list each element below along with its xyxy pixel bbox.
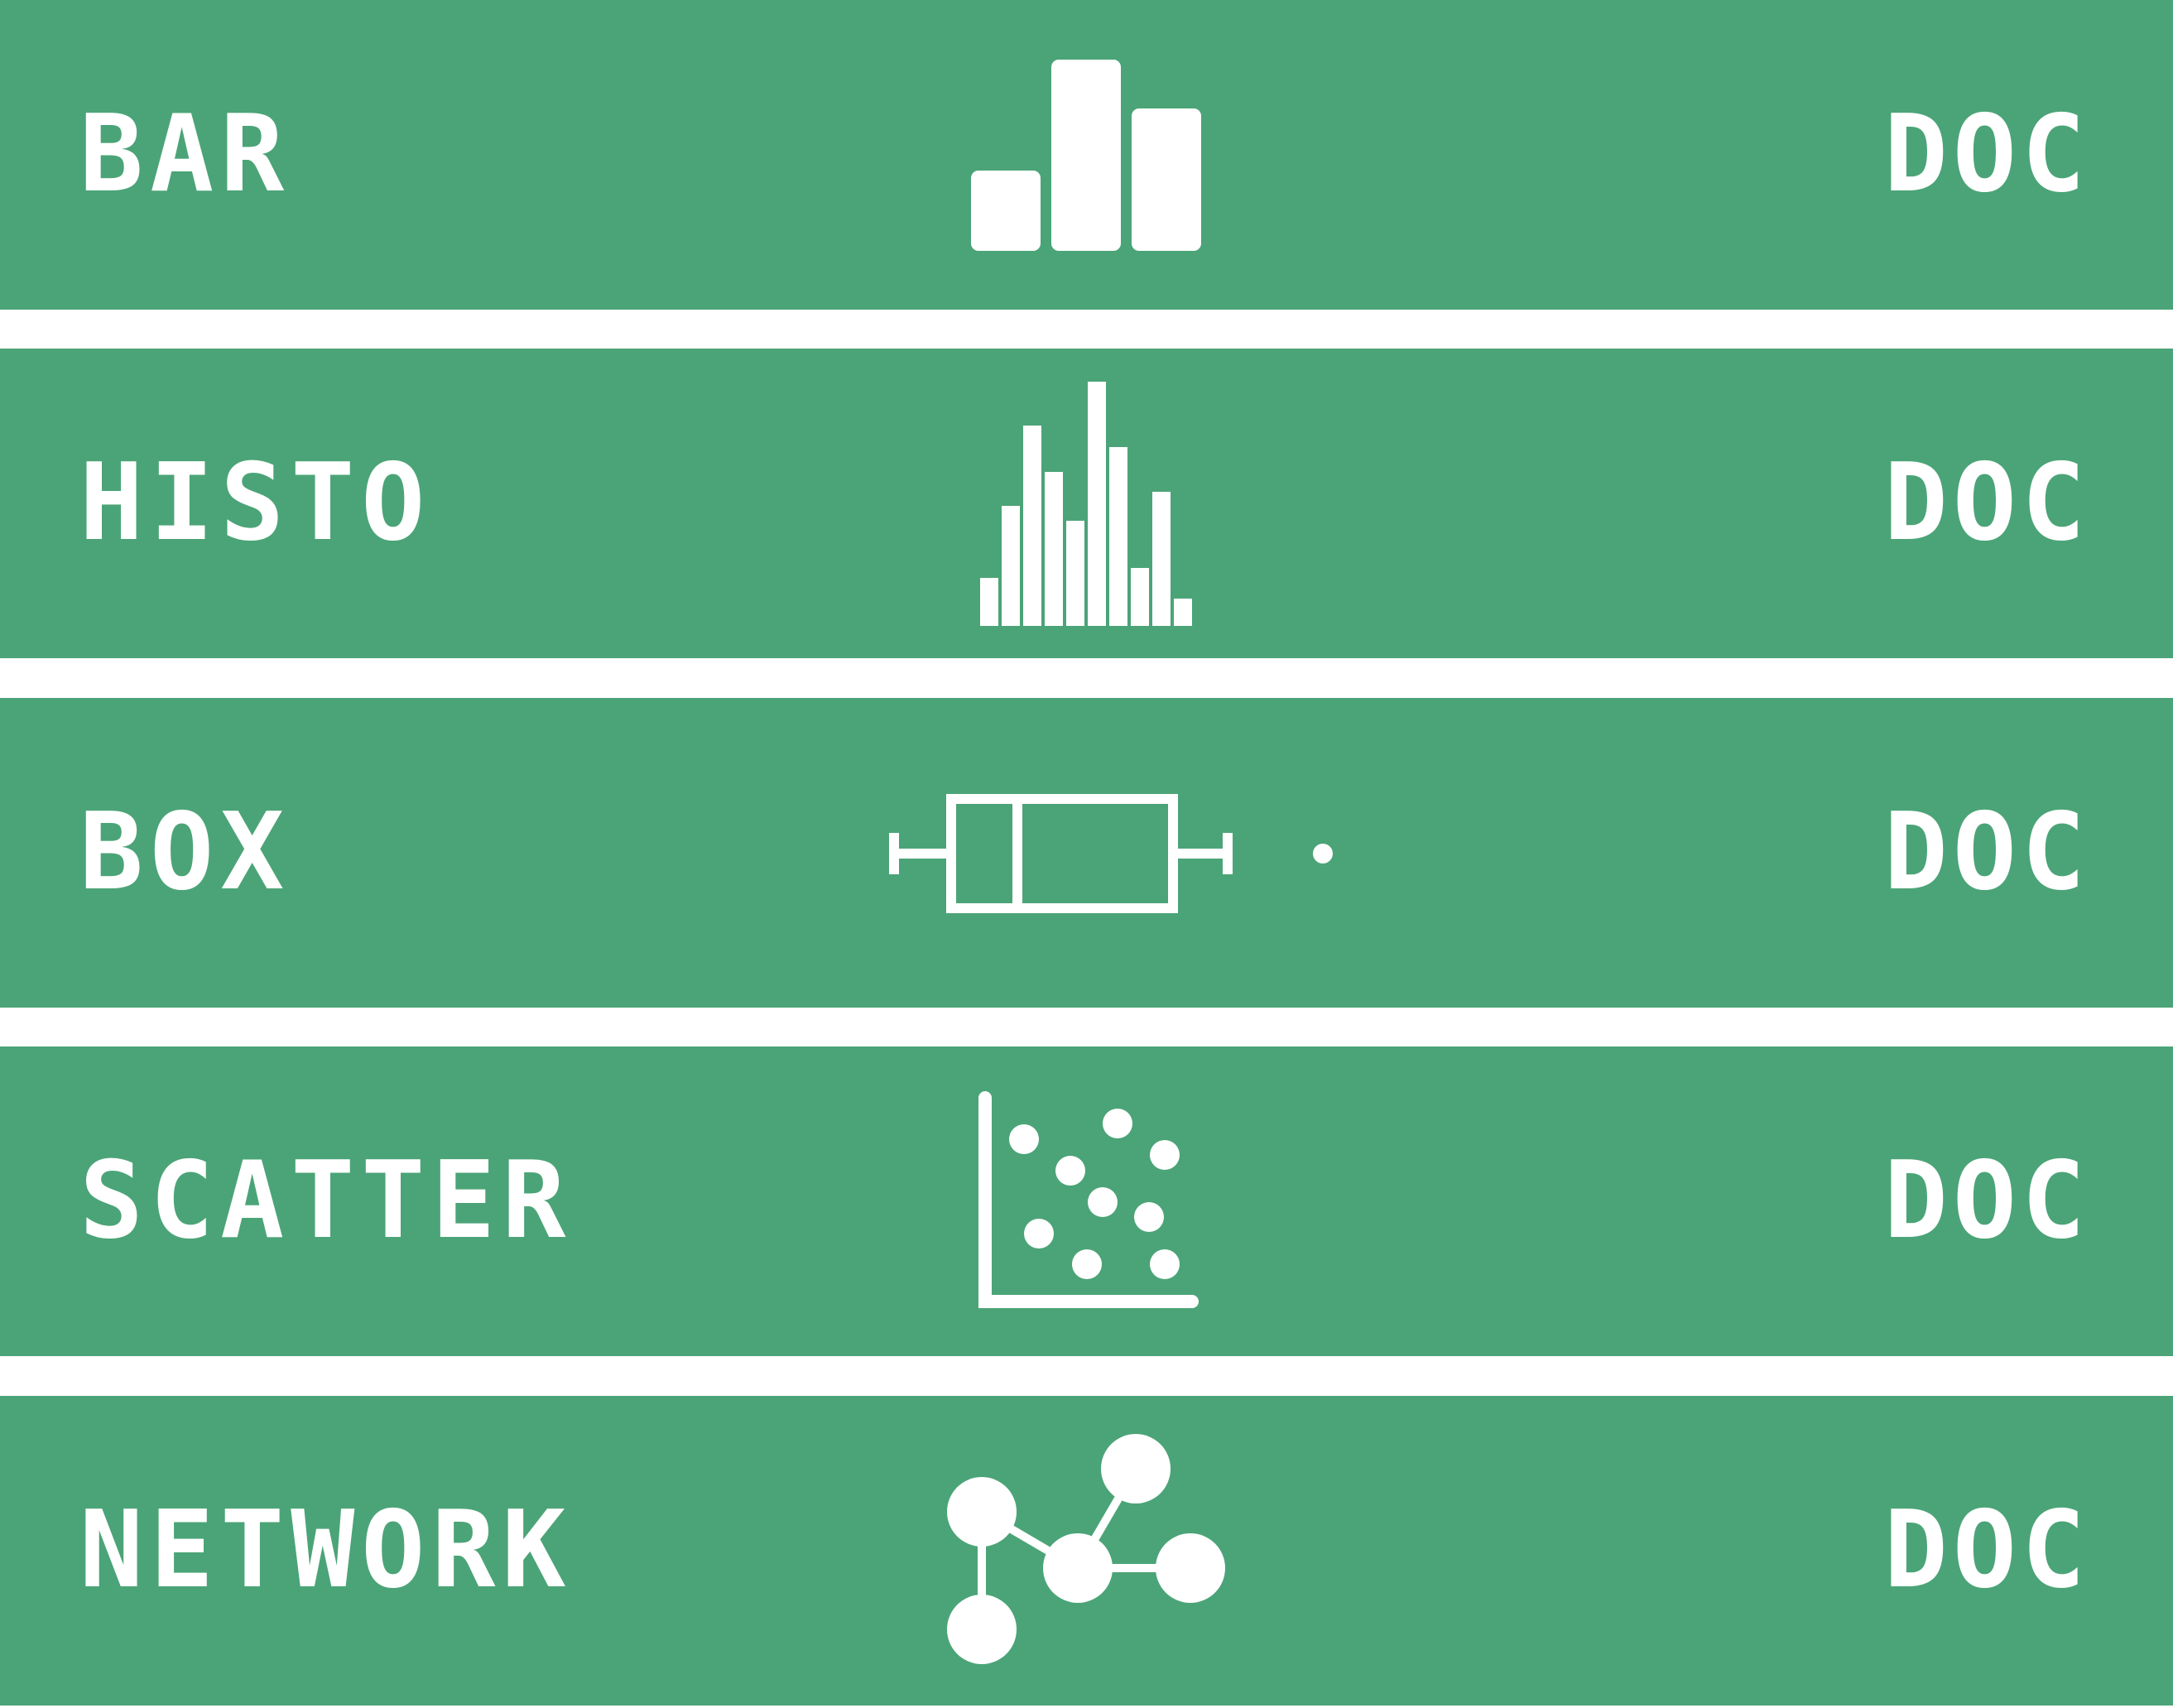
row-label-histo: HISTO	[79, 441, 432, 565]
row-label-box: BOX	[79, 791, 291, 914]
doc-button-box[interactable]: DOC	[1884, 800, 2090, 906]
network-graph-icon	[935, 1396, 1250, 1706]
box-plot-icon	[886, 698, 1349, 1008]
row-label-scatter: SCATTER	[79, 1139, 573, 1263]
scatter-plot-icon	[964, 1046, 1213, 1356]
row-label-bar: BAR	[79, 93, 291, 216]
doc-button-scatter[interactable]: DOC	[1884, 1148, 2090, 1254]
doc-button-network[interactable]: DOC	[1884, 1498, 2090, 1604]
row-box[interactable]: BOX DOC	[0, 698, 2173, 1008]
row-network[interactable]: NETWORK DOC	[0, 1396, 2173, 1706]
row-bar[interactable]: BAR DOC	[0, 0, 2173, 310]
doc-button-histo[interactable]: DOC	[1884, 450, 2090, 556]
histogram-icon	[977, 349, 1200, 658]
row-scatter[interactable]: SCATTER DOC	[0, 1046, 2173, 1356]
bar-chart-icon	[960, 0, 1209, 310]
row-label-network: NETWORK	[79, 1489, 573, 1612]
doc-button-bar[interactable]: DOC	[1884, 102, 2090, 208]
row-histo[interactable]: HISTO DOC	[0, 349, 2173, 658]
